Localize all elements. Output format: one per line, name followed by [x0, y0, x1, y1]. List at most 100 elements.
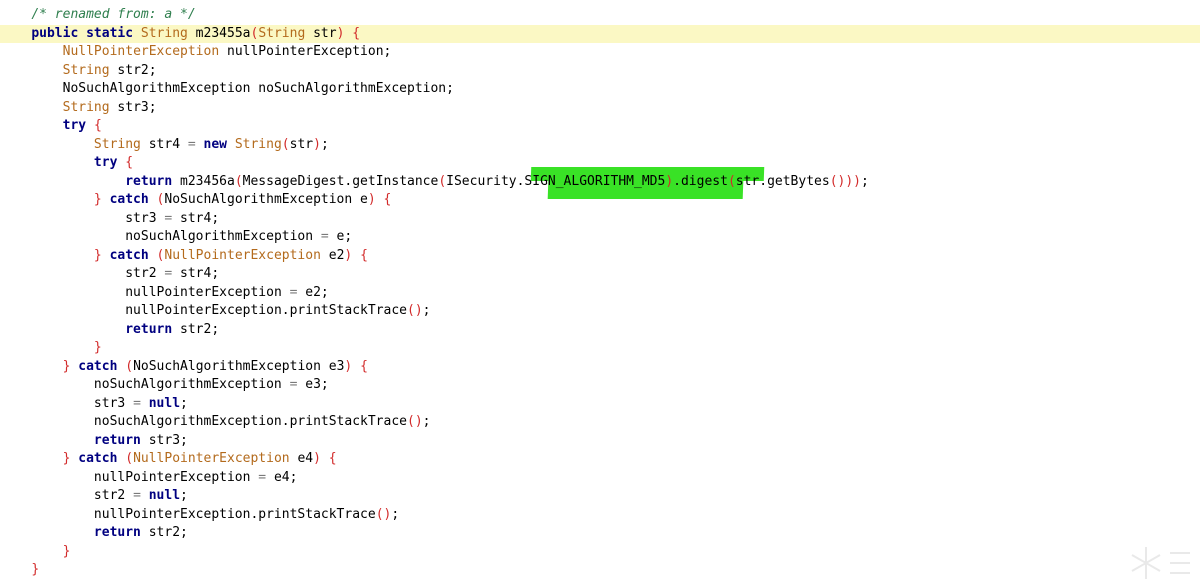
- code-token: NoSuchAlgorithmException e: [164, 192, 368, 207]
- code-token: str4: [140, 136, 188, 152]
- code-token: {: [360, 358, 368, 374]
- code-token: str2;: [140, 525, 188, 540]
- code-token: }: [93, 192, 102, 207]
- code-token: ): [665, 173, 674, 189]
- code-token: str3;: [109, 99, 157, 115]
- code-token: }: [93, 340, 102, 355]
- code-line[interactable]: noSuchAlgorithmException = e3;: [0, 376, 1200, 395]
- code-line[interactable]: String str2;: [0, 62, 1200, 81]
- code-line[interactable]: }: [0, 339, 1200, 358]
- code-token: return: [93, 432, 141, 448]
- code-token: /* renamed from: a */: [31, 7, 196, 22]
- code-line[interactable]: return str3;: [0, 432, 1200, 451]
- code-token: String: [234, 136, 282, 152]
- code-token: catch: [78, 358, 118, 374]
- code-token: {: [383, 192, 392, 207]
- code-token: (): [407, 414, 423, 429]
- code-token: str3: [93, 395, 134, 411]
- code-editor[interactable]: /* renamed from: a */ public static Stri…: [0, 6, 1200, 580]
- code-line[interactable]: } catch (NoSuchAlgorithmException e3) {: [0, 358, 1200, 377]
- code-line[interactable]: noSuchAlgorithmException.printStackTrace…: [0, 413, 1200, 432]
- code-line[interactable]: str2 = null;: [0, 487, 1200, 506]
- code-line[interactable]: NoSuchAlgorithmException noSuchAlgorithm…: [0, 80, 1200, 99]
- code-line[interactable]: String str3;: [0, 99, 1200, 118]
- code-token: ): [367, 192, 376, 207]
- code-line[interactable]: } catch (NullPointerException e4) {: [0, 450, 1200, 469]
- code-line[interactable]: str3 = null;: [0, 395, 1200, 414]
- code-token: str: [305, 25, 337, 41]
- code-line[interactable]: }: [0, 561, 1200, 580]
- code-token: }: [62, 543, 71, 559]
- code-line[interactable]: public static String m23455a(String str)…: [0, 24, 1200, 43]
- code-line[interactable]: nullPointerException.printStackTrace();: [0, 506, 1200, 525]
- code-token: noSuchAlgorithmException.printStackTrace: [93, 414, 407, 429]
- code-line[interactable]: } catch (NoSuchAlgorithmException e) {: [0, 191, 1200, 210]
- code-line[interactable]: str2 = str4;: [0, 265, 1200, 284]
- code-line[interactable]: } catch (NullPointerException e2) {: [0, 247, 1200, 266]
- code-token: ;: [180, 395, 188, 411]
- code-line[interactable]: return str2;: [0, 524, 1200, 543]
- code-line[interactable]: NullPointerException nullPointerExceptio…: [0, 43, 1200, 62]
- code-line[interactable]: return m23456a(MessageDigest.getInstance…: [0, 173, 1200, 192]
- code-line[interactable]: try {: [0, 117, 1200, 136]
- code-line[interactable]: /* renamed from: a */: [0, 6, 1200, 25]
- code-token: String: [93, 136, 141, 152]
- code-line[interactable]: nullPointerException.printStackTrace();: [0, 302, 1200, 321]
- code-token: String: [258, 25, 306, 41]
- code-line[interactable]: nullPointerException = e2;: [0, 284, 1200, 303]
- code-line[interactable]: nullPointerException = e4;: [0, 469, 1200, 488]
- code-line[interactable]: String str4 = new String(str);: [0, 136, 1200, 155]
- code-token: NoSuchAlgorithmException noSuchAlgorithm…: [62, 81, 454, 96]
- code-token: MessageDigest.getInstance: [242, 173, 439, 189]
- code-token: nullPointerException.printStackTrace: [93, 506, 376, 522]
- code-token: catch: [109, 192, 149, 207]
- code-token: str: [289, 136, 314, 152]
- code-token: NoSuchAlgorithmException e3: [133, 358, 345, 374]
- code-token: str2: [125, 266, 165, 281]
- code-token: ;: [320, 136, 329, 152]
- code-line[interactable]: noSuchAlgorithmException = e;: [0, 228, 1200, 247]
- code-line[interactable]: str3 = str4;: [0, 210, 1200, 229]
- code-line[interactable]: return str2;: [0, 321, 1200, 340]
- code-token: NullPointerException: [164, 247, 321, 263]
- code-token: str3: [125, 210, 165, 226]
- code-token: String: [140, 25, 188, 41]
- code-token: ): [313, 136, 321, 152]
- code-token: e3;: [297, 377, 329, 392]
- code-line[interactable]: try {: [0, 154, 1200, 173]
- code-line[interactable]: }: [0, 543, 1200, 562]
- code-token: m23456a: [172, 173, 235, 189]
- code-token: return: [125, 173, 173, 189]
- code-token: String: [62, 62, 110, 78]
- code-token: =: [187, 136, 196, 152]
- code-token: e2: [320, 247, 345, 263]
- code-token: (: [125, 451, 134, 466]
- snowflake-watermark-icon: [1131, 547, 1190, 579]
- code-token: ISecurity.SIGN_ALGORITHM_MD5: [446, 173, 666, 189]
- code-token: null: [148, 395, 181, 411]
- code-token: String: [62, 99, 110, 115]
- code-token: {: [360, 247, 368, 263]
